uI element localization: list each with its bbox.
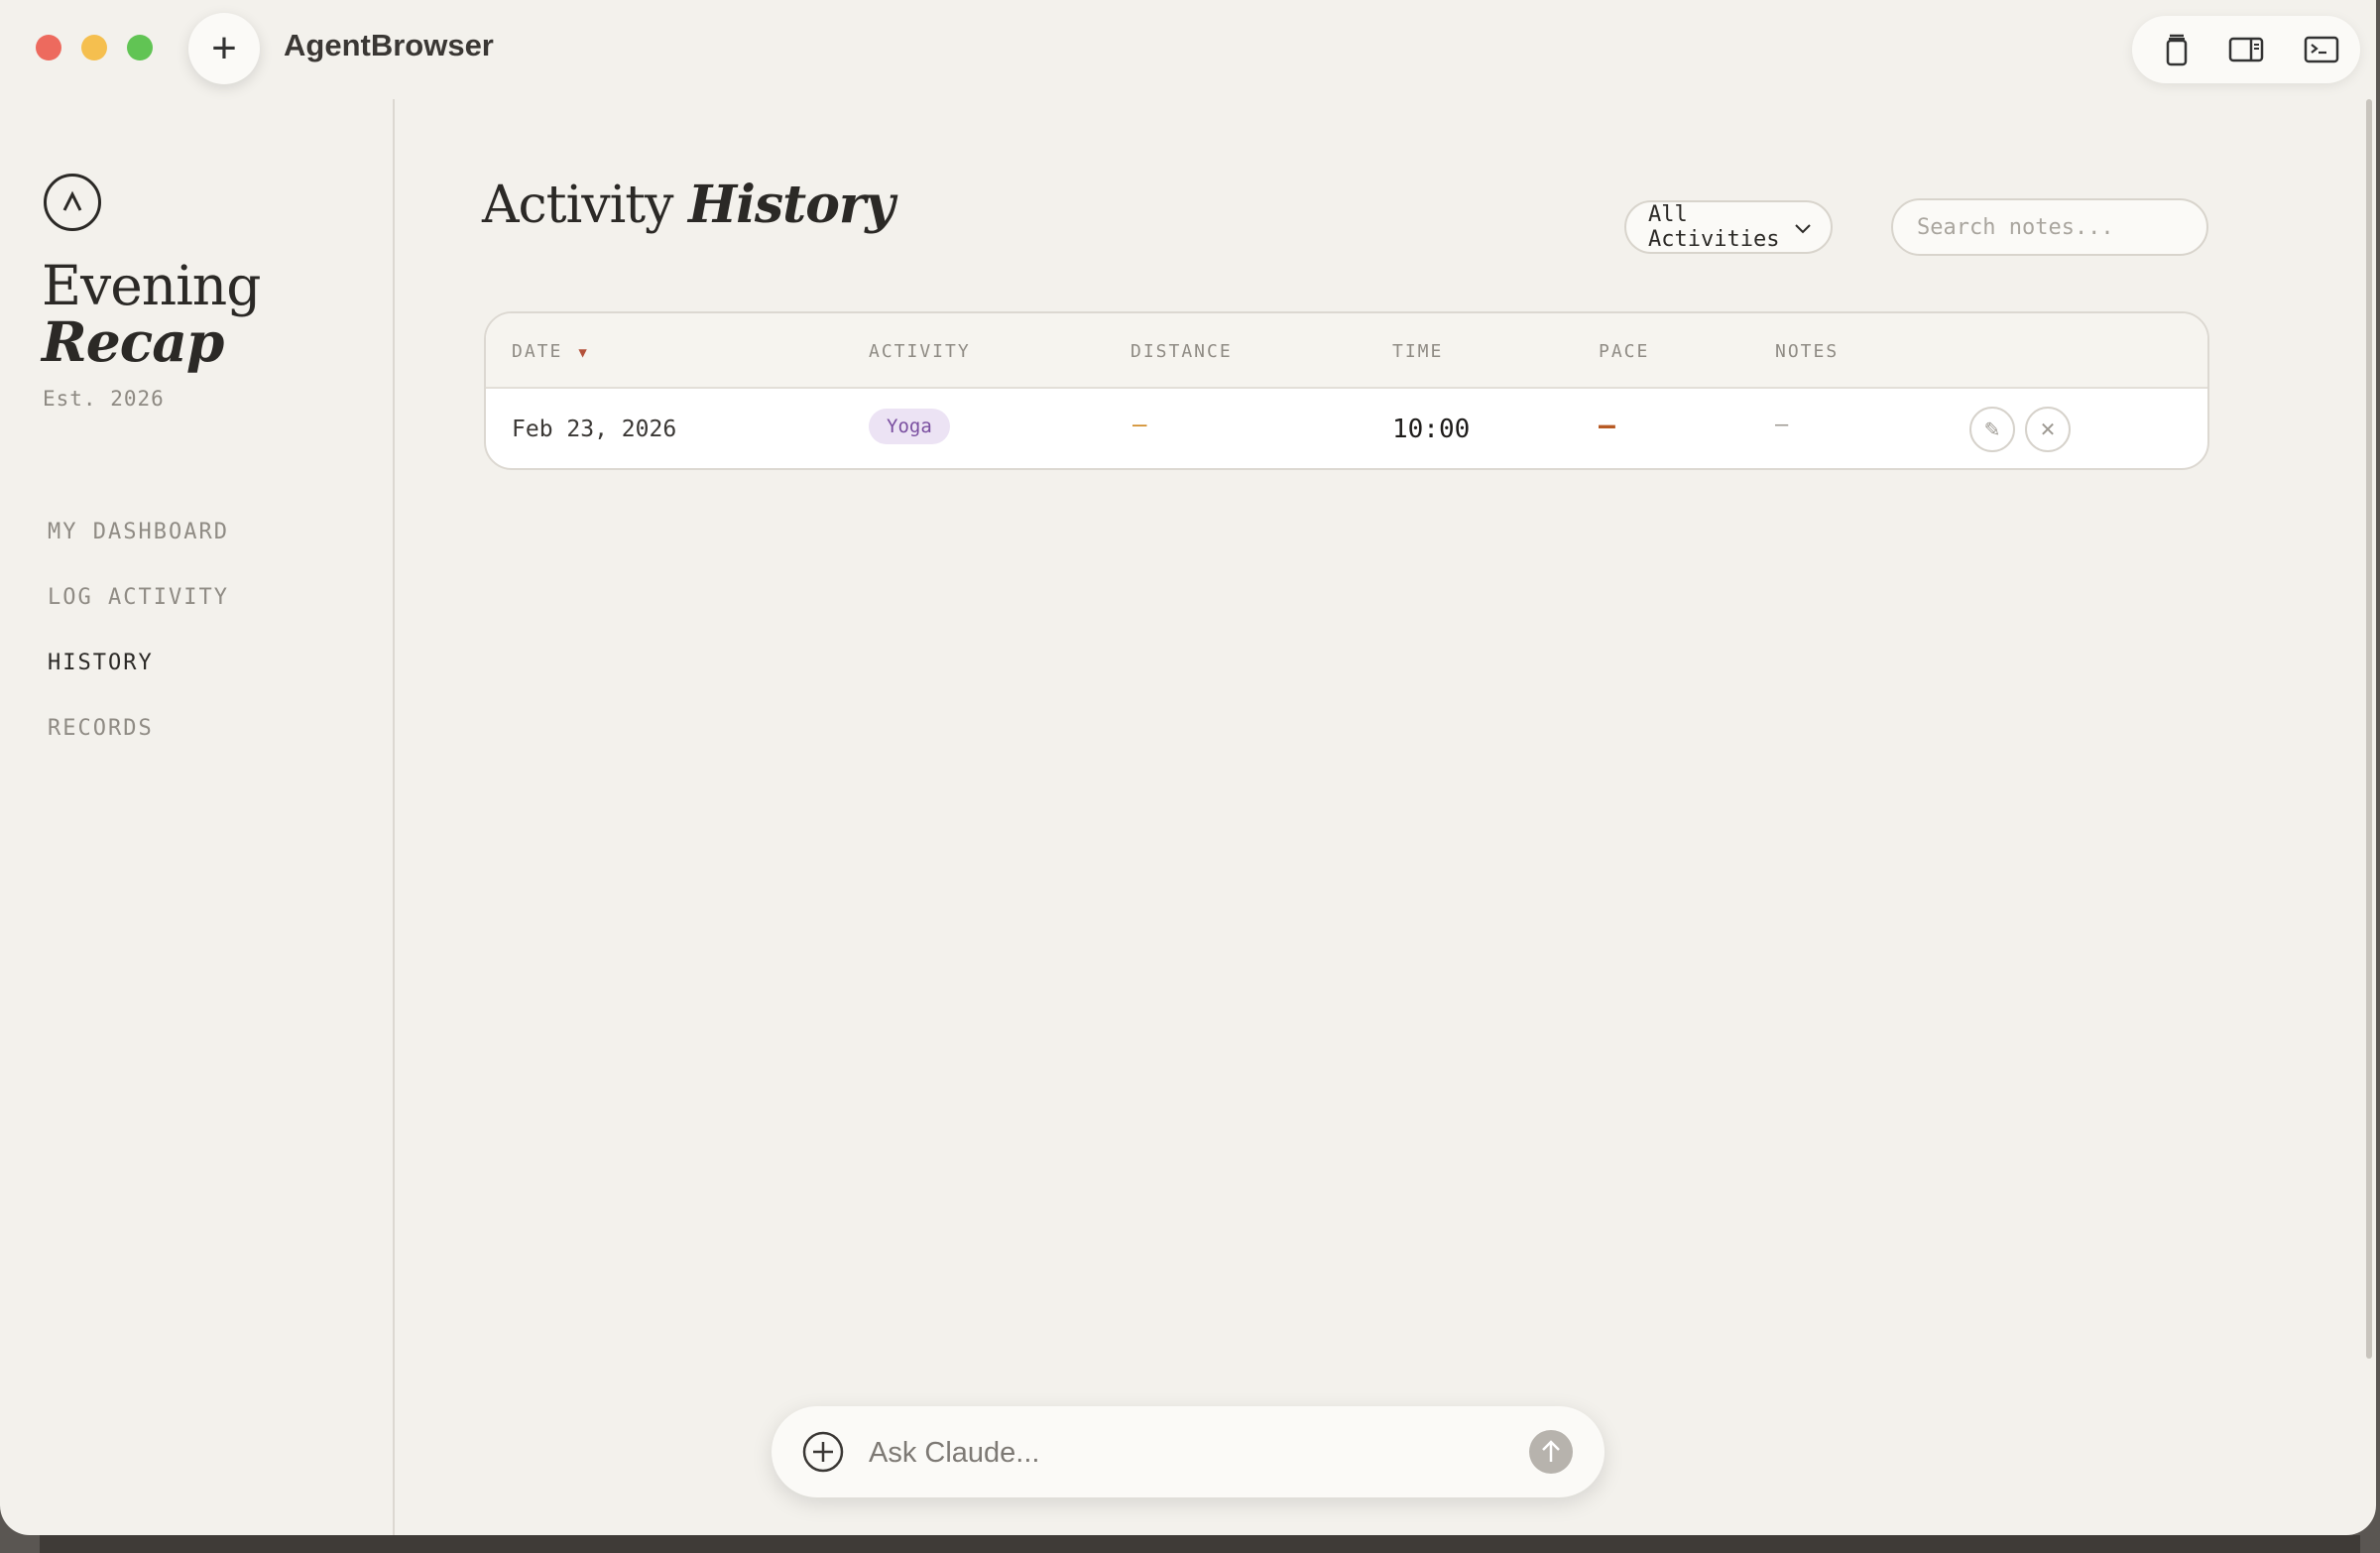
- page-title: Activity History: [482, 175, 895, 235]
- column-header-pace: PACE: [1599, 341, 1650, 362]
- plus-icon: +: [211, 24, 237, 72]
- sidebar-icon[interactable]: [2227, 31, 2265, 68]
- close-window-button[interactable]: [36, 35, 61, 60]
- logo-icon[interactable]: [44, 174, 101, 231]
- search-notes-input[interactable]: [1891, 198, 2208, 256]
- minimize-window-button[interactable]: [81, 35, 107, 60]
- window-shadow: [40, 1535, 2360, 1553]
- app-window: + AgentBrowser Evening Recap Est. 2026 M…: [0, 0, 2376, 1535]
- send-button[interactable]: [1529, 1430, 1573, 1474]
- brand-name-line1: Evening: [42, 254, 261, 317]
- edit-row-button[interactable]: ✎: [1969, 407, 2015, 452]
- assistant-bar: [772, 1406, 1605, 1497]
- page-title-regular: Activity: [482, 176, 673, 235]
- cell-distance: —: [1132, 411, 1147, 438]
- column-header-date[interactable]: DATE ▼: [512, 341, 589, 362]
- page-title-italic: History: [688, 175, 894, 235]
- scrollbar[interactable]: [2366, 99, 2372, 1359]
- column-header-activity: ACTIVITY: [869, 341, 971, 362]
- delete-row-button[interactable]: ✕: [2025, 407, 2071, 452]
- toolbar-group: [2132, 16, 2360, 83]
- sidebar-item-records[interactable]: RECORDS: [48, 716, 154, 741]
- sort-desc-icon: ▼: [578, 345, 589, 361]
- activity-filter-select[interactable]: All Activities: [1624, 200, 1833, 254]
- column-header-time: TIME: [1392, 341, 1444, 362]
- brand-name-line2: Recap: [42, 309, 224, 374]
- close-icon: ✕: [2039, 418, 2057, 441]
- arrow-up-icon: [1542, 1440, 1560, 1462]
- sidebar-divider: [393, 99, 395, 1535]
- cell-date: Feb 23, 2026: [512, 417, 677, 442]
- terminal-icon[interactable]: [2303, 31, 2340, 68]
- sidebar-item-log-activity[interactable]: LOG ACTIVITY: [48, 585, 229, 610]
- zoom-window-button[interactable]: [127, 35, 153, 60]
- established-label: Est. 2026: [43, 387, 165, 411]
- column-header-notes: NOTES: [1775, 341, 1840, 362]
- activity-badge: Yoga: [869, 409, 950, 444]
- history-table: DATE ▼ ACTIVITY DISTANCE TIME PACE NOTES …: [484, 311, 2209, 470]
- sidebar-item-history[interactable]: HISTORY: [48, 651, 154, 675]
- cell-time: 10:00: [1392, 415, 1471, 444]
- column-date-label: DATE: [512, 341, 563, 362]
- chevron-down-icon: [1795, 224, 1811, 234]
- clipboard-icon[interactable]: [2158, 31, 2196, 68]
- cell-pace: —: [1599, 409, 1615, 441]
- caret-up-icon: [62, 190, 82, 211]
- add-attachment-icon[interactable]: [801, 1430, 845, 1474]
- column-header-distance: DISTANCE: [1130, 341, 1233, 362]
- sidebar-item-dashboard[interactable]: MY DASHBOARD: [48, 520, 229, 544]
- ask-claude-input[interactable]: [867, 1426, 1466, 1480]
- cell-notes: —: [1775, 413, 1789, 437]
- app-title: AgentBrowser: [284, 28, 494, 62]
- new-tab-button[interactable]: +: [188, 13, 260, 84]
- pencil-icon: ✎: [1983, 418, 2001, 441]
- table-header: DATE ▼ ACTIVITY DISTANCE TIME PACE NOTES: [486, 313, 2207, 389]
